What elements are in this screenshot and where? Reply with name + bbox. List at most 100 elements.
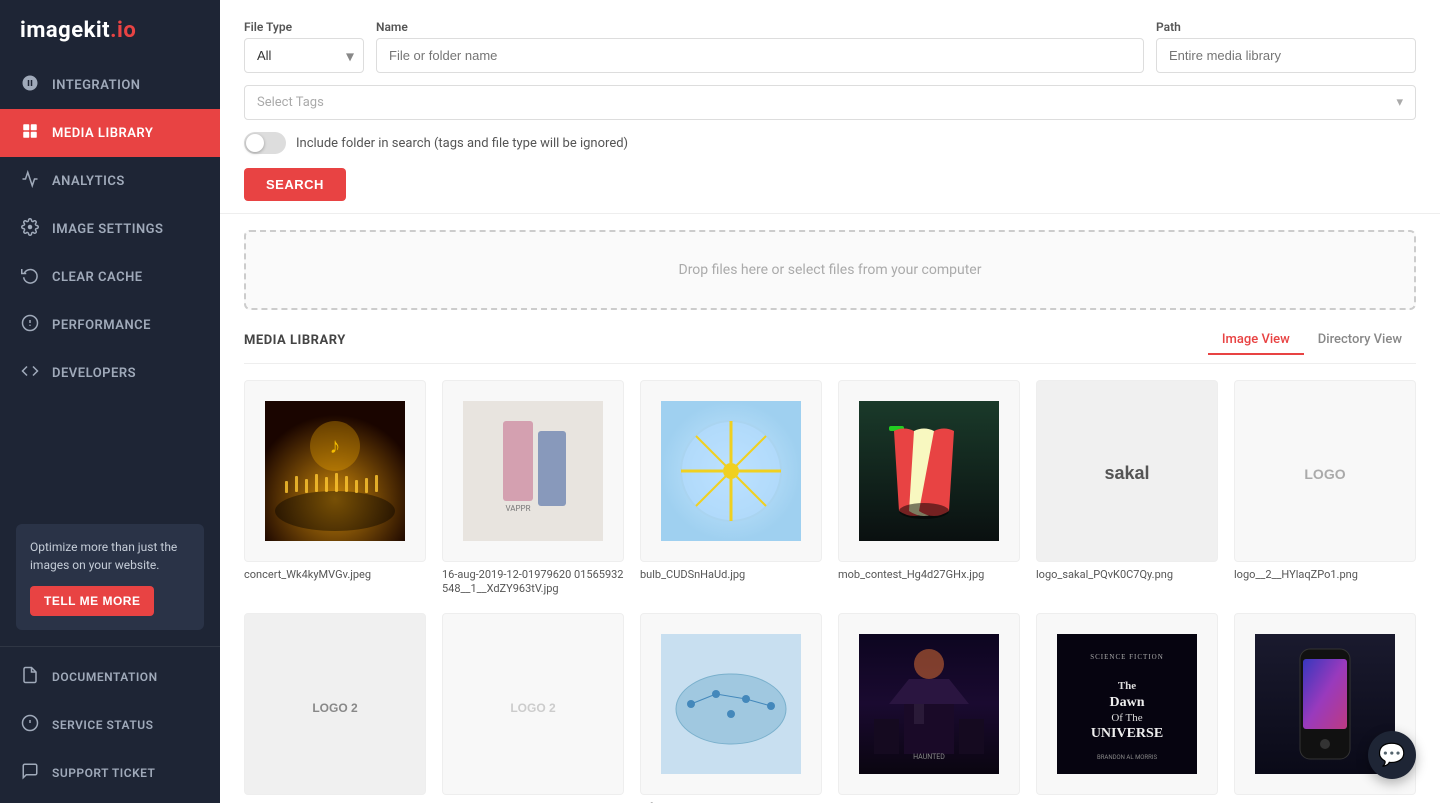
media-thumb: [640, 380, 822, 562]
performance-icon: [20, 314, 40, 336]
svg-text:HAUNTED: HAUNTED: [913, 753, 945, 761]
media-thumb: SCIENCE FICTION The Dawn Of The UNIVERSE…: [1036, 613, 1218, 795]
sidebar: imagekit.io INTEGRATION MEDIA LIBRARY AN…: [0, 0, 220, 803]
sidebar-bottom: DOCUMENTATION SERVICE STATUS SUPPORT TIC…: [0, 646, 220, 803]
documentation-icon: [20, 666, 40, 688]
clear-cache-icon: [20, 266, 40, 288]
image-settings-icon: [20, 218, 40, 240]
media-thumb: [838, 380, 1020, 562]
media-thumb: ♪: [244, 380, 426, 562]
media-item-name: mob_contest_Hg4d27GHx.jpg: [838, 568, 1020, 582]
include-folder-label: Include folder in search (tags and file …: [296, 136, 628, 151]
search-area: File Type All Image Video Document Name …: [220, 0, 1440, 214]
sidebar-item-clear-cache-label: CLEAR CACHE: [52, 270, 143, 285]
sidebar-item-support-ticket[interactable]: SUPPORT TICKET: [0, 749, 220, 797]
media-library-header: MEDIA LIBRARY Image View Directory View: [244, 326, 1416, 364]
media-item-name: bulb_CUDSnHaUd.jpg: [640, 568, 822, 582]
svg-text:VAPPR: VAPPR: [505, 504, 530, 513]
path-label: Path: [1156, 20, 1416, 34]
media-thumb: LOGO 2: [244, 613, 426, 795]
sidebar-item-documentation-label: DOCUMENTATION: [52, 670, 158, 684]
svg-text:Of The: Of The: [1111, 712, 1142, 724]
file-type-field: File Type All Image Video Document: [244, 20, 364, 73]
sidebar-item-integration[interactable]: INTEGRATION: [0, 61, 220, 109]
media-item[interactable]: SCIENCE FICTION The Dawn Of The UNIVERSE…: [1036, 613, 1218, 803]
developers-icon: [20, 362, 40, 384]
view-tabs: Image View Directory View: [1208, 326, 1416, 355]
file-type-label: File Type: [244, 20, 364, 34]
media-item[interactable]: VAPPR 16-aug-2019-12-01979620 0156593254…: [442, 380, 624, 597]
tags-select[interactable]: Select Tags ▾: [244, 85, 1416, 120]
sidebar-promo-text: Optimize more than just the images on yo…: [30, 538, 190, 574]
media-item-name: concert_Wk4kyMVGv.jpeg: [244, 568, 426, 582]
search-button[interactable]: SEARCH: [244, 168, 346, 201]
media-thumb: LOGO: [1234, 380, 1416, 562]
svg-text:sakal: sakal: [1104, 463, 1149, 483]
include-folder-toggle[interactable]: [244, 132, 286, 154]
svg-text:UNIVERSE: UNIVERSE: [1091, 726, 1163, 741]
sidebar-item-image-settings-label: IMAGE SETTINGS: [52, 222, 163, 237]
tags-dropdown-icon: ▾: [1396, 95, 1403, 110]
media-item[interactable]: bulb_CUDSnHaUd.jpg: [640, 380, 822, 597]
file-type-select[interactable]: All Image Video Document: [244, 38, 364, 73]
media-item[interactable]: mob_contest_Hg4d27GHx.jpg: [838, 380, 1020, 597]
name-input[interactable]: [376, 38, 1144, 73]
svg-text:SCIENCE FICTION: SCIENCE FICTION: [1090, 653, 1164, 661]
sidebar-nav: INTEGRATION MEDIA LIBRARY ANALYTICS IMAG…: [0, 61, 220, 508]
tell-me-more-button[interactable]: TELL ME MORE: [30, 586, 154, 616]
sidebar-item-service-status[interactable]: SERVICE STATUS: [0, 701, 220, 749]
media-library-title: MEDIA LIBRARY: [244, 333, 346, 348]
sidebar-item-image-settings[interactable]: IMAGE SETTINGS: [0, 205, 220, 253]
drop-zone[interactable]: Drop files here or select files from you…: [244, 230, 1416, 310]
media-item-name: 16-aug-2019-12-01979620 01565932548__1__…: [442, 568, 624, 597]
sidebar-item-service-status-label: SERVICE STATUS: [52, 718, 153, 732]
analytics-icon: [20, 170, 40, 192]
chat-bubble[interactable]: 💬: [1368, 731, 1416, 779]
sidebar-item-analytics-label: ANALYTICS: [52, 174, 125, 189]
svg-text:♪: ♪: [330, 434, 341, 459]
media-item[interactable]: infrastructure-new_jR1pqH9eD.png: [640, 613, 822, 803]
sidebar-item-analytics[interactable]: ANALYTICS: [0, 157, 220, 205]
path-field: Path: [1156, 20, 1416, 73]
sidebar-item-media-library[interactable]: MEDIA LIBRARY: [0, 109, 220, 157]
sidebar-item-performance-label: PERFORMANCE: [52, 318, 151, 333]
media-thumb: HAUNTED: [838, 613, 1020, 795]
media-grid: ♪ concert_Wk4kyMVGv.jpeg VAPPR 16-aug-20…: [244, 380, 1416, 803]
service-status-icon: [20, 714, 40, 736]
integration-icon: [20, 74, 40, 96]
media-item-name: logo_sakal_PQvK0C7Qy.png: [1036, 568, 1218, 582]
svg-text:The: The: [1118, 680, 1136, 692]
media-thumb: LOGO 2: [442, 613, 624, 795]
media-item[interactable]: HAUNTED: [838, 613, 1020, 803]
svg-text:LOGO: LOGO: [1304, 466, 1345, 482]
media-item[interactable]: LOGO logo__2__HYlaqZPo1.png: [1234, 380, 1416, 597]
tab-directory-view[interactable]: Directory View: [1304, 326, 1416, 355]
chat-bubble-icon: 💬: [1378, 743, 1405, 768]
main-content: File Type All Image Video Document Name …: [220, 0, 1440, 803]
tab-image-view[interactable]: Image View: [1208, 326, 1304, 355]
media-thumb: sakal: [1036, 380, 1218, 562]
media-thumb: VAPPR: [442, 380, 624, 562]
media-library-icon: [20, 122, 40, 144]
sidebar-item-clear-cache[interactable]: CLEAR CACHE: [0, 253, 220, 301]
sidebar-item-integration-label: INTEGRATION: [52, 78, 140, 93]
sidebar-item-media-library-label: MEDIA LIBRARY: [52, 126, 153, 141]
sidebar-item-documentation[interactable]: DOCUMENTATION: [0, 653, 220, 701]
media-thumb: [640, 613, 822, 795]
media-item[interactable]: sakal logo_sakal_PQvK0C7Qy.png: [1036, 380, 1218, 597]
tags-placeholder: Select Tags: [257, 95, 324, 110]
media-item[interactable]: LOGO 2 logo__2__xoBrJkZbU.png: [442, 613, 624, 803]
media-item[interactable]: LOGO 2 logo__2__tZqFIRM06.png: [244, 613, 426, 803]
media-item-name: logo__2__HYlaqZPo1.png: [1234, 568, 1416, 582]
sidebar-promo: Optimize more than just the images on yo…: [16, 524, 204, 630]
sidebar-item-developers-label: DEVELOPERS: [52, 366, 136, 381]
sidebar-item-performance[interactable]: PERFORMANCE: [0, 301, 220, 349]
media-library-section: MEDIA LIBRARY Image View Directory View: [220, 326, 1440, 803]
svg-text:Dawn: Dawn: [1109, 695, 1144, 710]
name-field: Name: [376, 20, 1144, 73]
path-input[interactable]: [1156, 38, 1416, 73]
sidebar-item-developers[interactable]: DEVELOPERS: [0, 349, 220, 397]
drop-zone-text: Drop files here or select files from you…: [679, 262, 982, 278]
svg-text:LOGO 2: LOGO 2: [510, 701, 556, 715]
media-item[interactable]: ♪ concert_Wk4kyMVGv.jpeg: [244, 380, 426, 597]
